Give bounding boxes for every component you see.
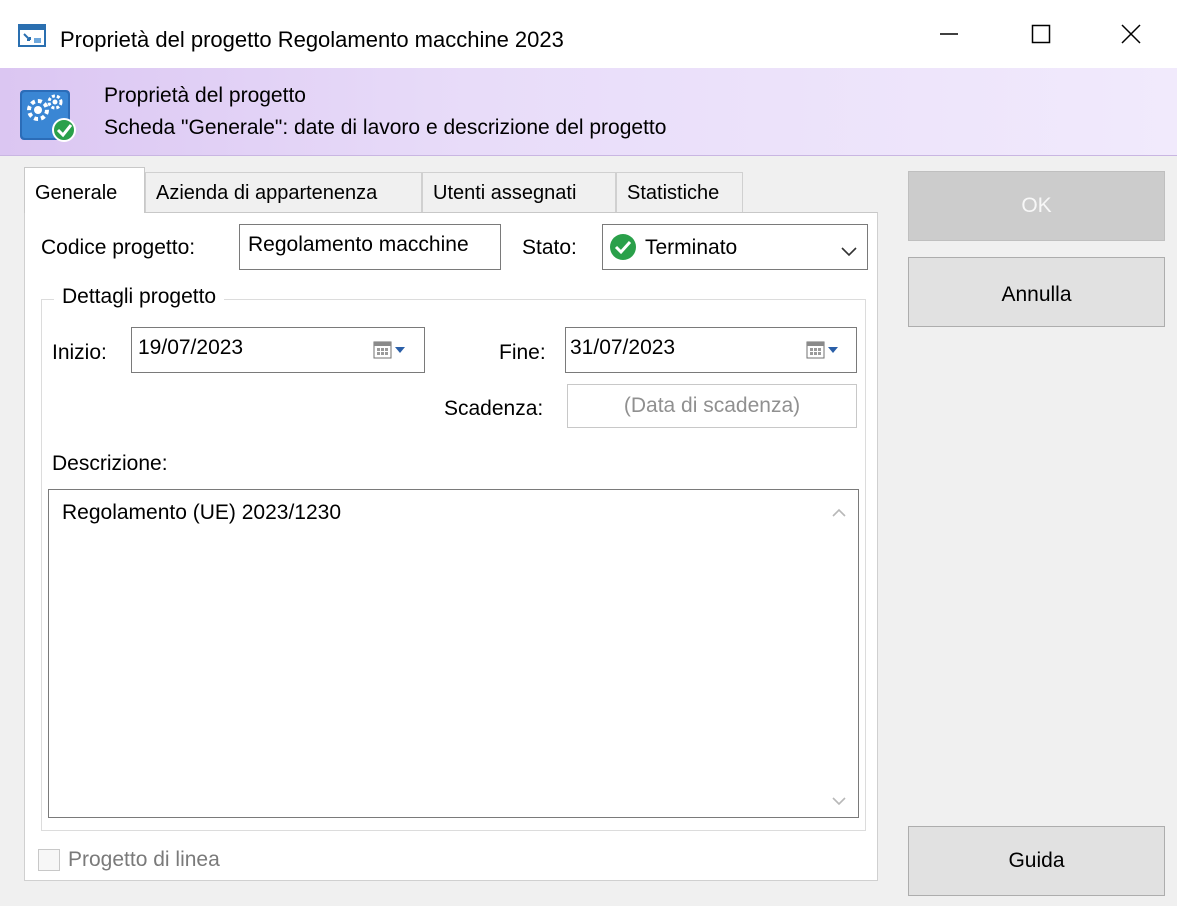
scadenza-label: Scadenza: bbox=[444, 397, 544, 420]
minimize-icon bbox=[940, 33, 958, 35]
annulla-button[interactable]: Annulla bbox=[908, 257, 1165, 327]
scroll-down-icon[interactable] bbox=[830, 790, 848, 806]
tab-generale[interactable]: Generale bbox=[24, 167, 145, 213]
window-app-icon bbox=[18, 22, 46, 48]
gears-check-icon bbox=[18, 82, 78, 144]
dialog-header bbox=[0, 68, 1177, 156]
descrizione-text: Regolamento (UE) 2023/1230 bbox=[62, 501, 342, 524]
close-icon bbox=[1121, 24, 1141, 44]
close-button[interactable] bbox=[1085, 0, 1177, 68]
chevron-down-icon[interactable] bbox=[840, 240, 858, 257]
calendar-dropdown-icon[interactable] bbox=[373, 340, 409, 360]
tab-azienda-di-appartenenza[interactable]: Azienda di appartenenza bbox=[145, 172, 422, 212]
codice-progetto-input[interactable]: Regolamento macchine bbox=[239, 224, 501, 270]
descrizione-textarea[interactable] bbox=[48, 489, 859, 818]
header-title: Proprietà del progetto bbox=[104, 84, 306, 107]
guida-button[interactable]: Guida bbox=[908, 826, 1165, 896]
header-subtitle: Scheda "Generale": date di lavoro e desc… bbox=[104, 116, 667, 139]
fine-label: Fine: bbox=[499, 341, 546, 364]
minimize-button[interactable] bbox=[903, 0, 995, 68]
maximize-icon bbox=[1031, 24, 1051, 44]
stato-value: Terminato bbox=[645, 236, 738, 259]
window-title: Proprietà del progetto Regolamento macch… bbox=[60, 27, 564, 52]
progetto-di-linea-checkbox[interactable] bbox=[38, 849, 60, 871]
inizio-label: Inizio: bbox=[52, 341, 107, 364]
tab-utenti-assegnati[interactable]: Utenti assegnati bbox=[422, 172, 616, 212]
stato-label: Stato: bbox=[522, 236, 577, 259]
calendar-dropdown-icon[interactable] bbox=[806, 340, 842, 360]
scroll-up-icon[interactable] bbox=[830, 502, 848, 517]
check-circle-icon bbox=[609, 233, 637, 261]
tab-statistiche[interactable]: Statistiche bbox=[616, 172, 743, 212]
group-title: Dettagli progetto bbox=[54, 285, 225, 309]
descrizione-label: Descrizione: bbox=[52, 452, 168, 475]
ok-button[interactable]: OK bbox=[908, 171, 1165, 241]
progetto-di-linea-label: Progetto di linea bbox=[68, 848, 220, 871]
codice-progetto-label: Codice progetto: bbox=[41, 236, 196, 259]
maximize-button[interactable] bbox=[995, 0, 1087, 68]
scadenza-date-input[interactable]: (Data di scadenza) bbox=[567, 384, 857, 428]
